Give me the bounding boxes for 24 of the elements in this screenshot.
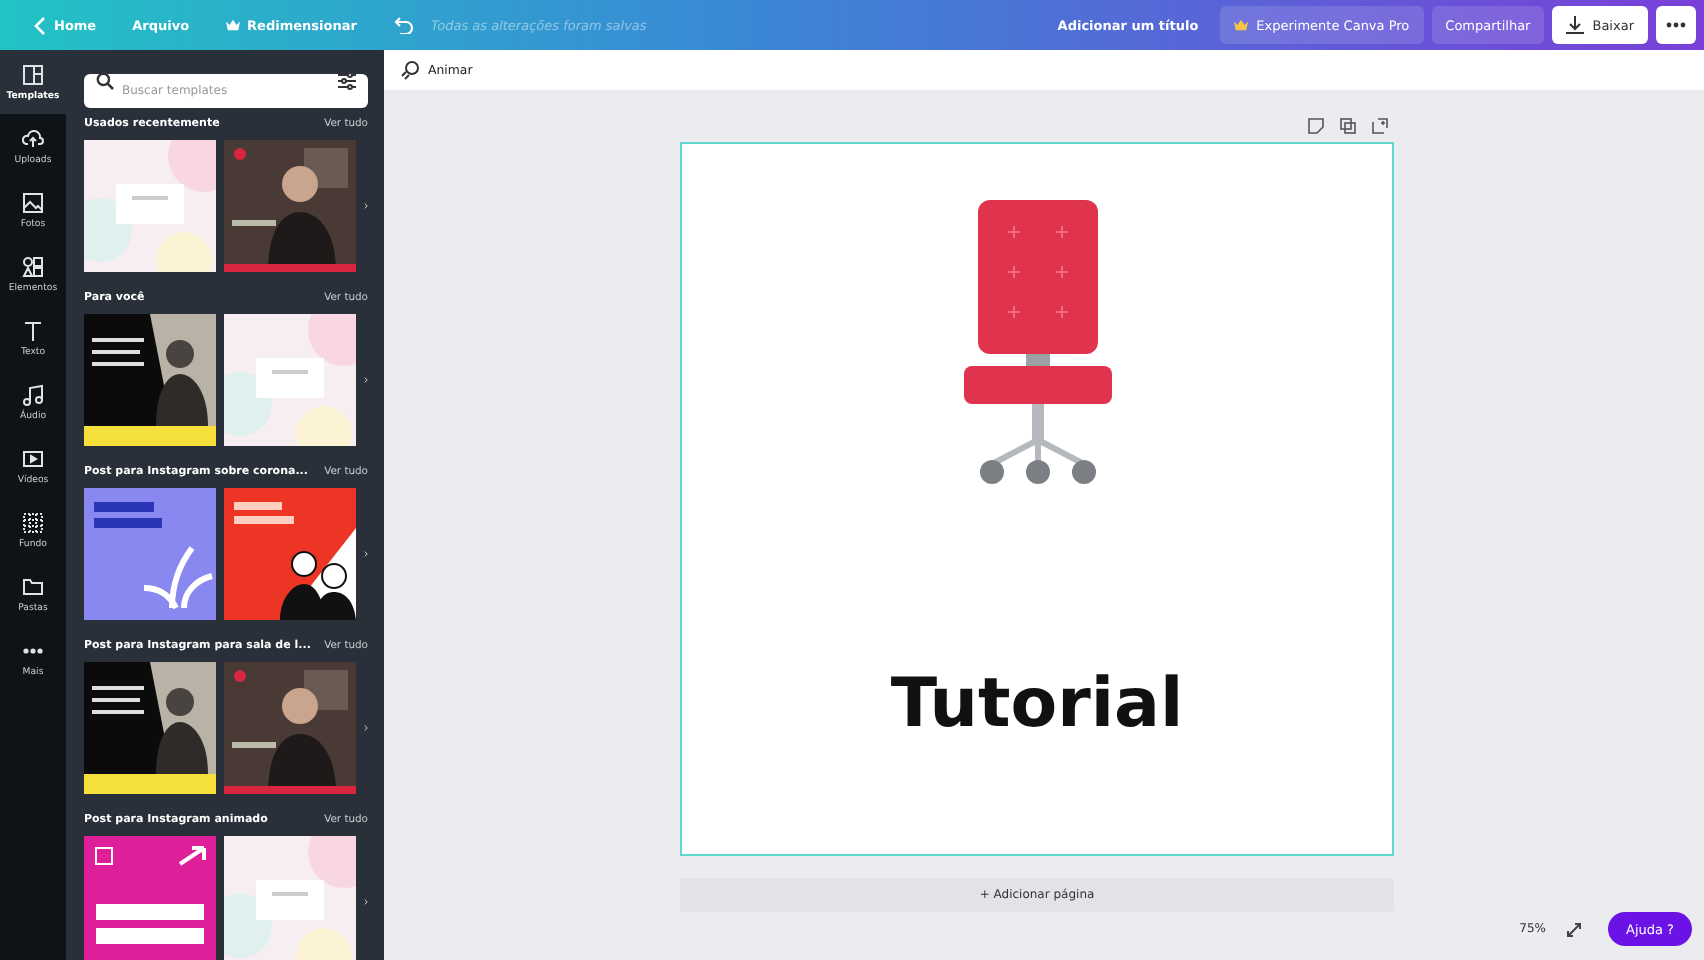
folder-icon bbox=[22, 575, 44, 597]
more-button[interactable] bbox=[1656, 6, 1696, 44]
search-icon bbox=[96, 72, 114, 90]
shapes-icon bbox=[22, 255, 44, 277]
image-icon bbox=[22, 191, 44, 213]
undo-icon[interactable] bbox=[394, 16, 415, 34]
crown-icon bbox=[1234, 18, 1249, 32]
note-icon[interactable] bbox=[1307, 118, 1323, 134]
back-icon bbox=[34, 15, 46, 35]
page-heading: Tutorial bbox=[890, 664, 1184, 744]
download-icon bbox=[1566, 16, 1585, 34]
animate-icon bbox=[400, 60, 420, 80]
add-page-icon[interactable] bbox=[1371, 118, 1387, 134]
pattern-icon bbox=[22, 511, 44, 533]
template-icon bbox=[22, 63, 44, 85]
text-icon bbox=[22, 319, 44, 341]
filter-icon[interactable] bbox=[338, 72, 356, 90]
more-icon bbox=[1666, 22, 1686, 28]
duplicate-icon[interactable] bbox=[1339, 118, 1355, 134]
crown-icon bbox=[225, 18, 240, 32]
video-icon bbox=[22, 447, 44, 469]
fullscreen-icon[interactable] bbox=[1566, 921, 1582, 937]
upload-icon bbox=[22, 127, 44, 149]
music-icon bbox=[22, 383, 44, 405]
